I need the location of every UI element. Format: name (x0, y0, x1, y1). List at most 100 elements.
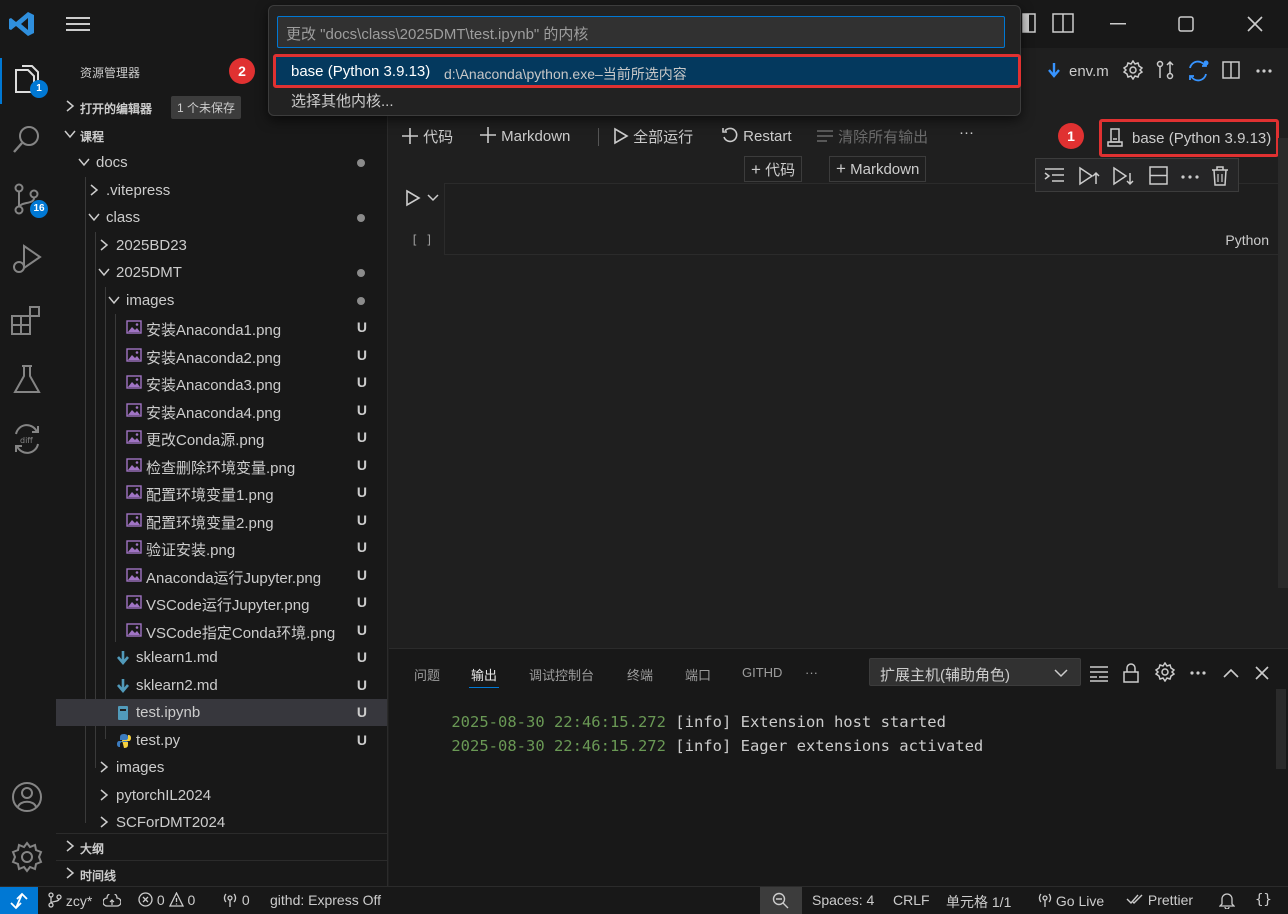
tree-file[interactable]: 检查删除环境变量.png U (56, 452, 387, 479)
kernel-picker-button[interactable]: base (Python 3.9.13) (1099, 119, 1279, 157)
run-cell-icon[interactable] (405, 189, 421, 207)
go-live-item[interactable]: Go Live (1038, 892, 1104, 909)
word-wrap-icon[interactable] (1089, 664, 1109, 682)
extensions-icon[interactable] (10, 304, 44, 338)
code-cell[interactable]: Python (444, 183, 1280, 255)
outline-section[interactable]: 大纲 (56, 833, 388, 859)
panel-more-icon[interactable] (1189, 670, 1207, 676)
insert-code-cell-button[interactable]: + 代码 (744, 156, 803, 182)
workspace-section[interactable]: 课程 (56, 122, 388, 148)
tree-folder[interactable]: .vitepress (56, 177, 387, 204)
tree-file[interactable]: VSCode指定Conda环境.png U (56, 617, 387, 644)
run-below-icon[interactable] (1112, 165, 1134, 187)
ports-item[interactable]: 0 (222, 892, 250, 908)
tab-env-file[interactable]: env.m (1069, 63, 1109, 80)
panel-tab[interactable]: 端口 (685, 665, 711, 684)
more-actions-icon[interactable] (1255, 68, 1273, 74)
eol-item[interactable]: CRLF (893, 892, 930, 908)
run-above-icon[interactable] (1078, 165, 1100, 187)
delete-cell-icon[interactable] (1210, 165, 1230, 187)
notifications-bell-icon[interactable] (1219, 892, 1235, 909)
git-diff-refresh-icon[interactable] (1187, 60, 1209, 82)
tree-file[interactable]: 安装Anaconda2.png U (56, 342, 387, 369)
panel-tab[interactable]: GITHD (742, 665, 782, 680)
menu-icon[interactable] (66, 14, 90, 34)
tree-file[interactable]: 安装Anaconda1.png U (56, 314, 387, 341)
tree-file[interactable]: test.py U (56, 727, 387, 754)
tree-folder[interactable]: 2025BD23 (56, 232, 387, 259)
panel-tab[interactable]: 终端 (627, 665, 653, 684)
output-channel-select[interactable]: 扩展主机(辅助角色) (869, 658, 1081, 686)
panel-scrollbar[interactable] (1276, 689, 1286, 769)
tree-file[interactable]: 配置环境变量2.png U (56, 507, 387, 534)
tree-file[interactable]: 安装Anaconda3.png U (56, 369, 387, 396)
settings-gear-icon[interactable] (10, 840, 44, 874)
minimize-icon[interactable] (1110, 22, 1126, 26)
run-all-button[interactable]: 全部运行 (611, 126, 693, 147)
editor-scrollbar[interactable] (1278, 138, 1288, 588)
panel-tab[interactable]: 输出 (468, 665, 500, 688)
split-editor-icon[interactable] (1221, 60, 1241, 80)
run-options-chevron-icon[interactable] (427, 193, 439, 203)
settings-icon[interactable] (1123, 60, 1143, 80)
problems-item[interactable]: 0 0 (138, 892, 195, 908)
clear-outputs-button[interactable]: 清除所有输出 (816, 126, 928, 147)
tree-folder[interactable]: class (56, 204, 387, 231)
tree-file[interactable]: Anaconda运行Jupyter.png U (56, 562, 387, 589)
tree-file[interactable]: 安装Anaconda4.png U (56, 397, 387, 424)
layout-panel-icon[interactable] (1022, 12, 1036, 34)
sync-cloud-icon[interactable] (103, 894, 121, 908)
maximize-icon[interactable] (1178, 16, 1194, 32)
account-icon[interactable] (10, 780, 44, 814)
insert-markdown-cell-button[interactable]: + Markdown (829, 156, 927, 182)
compare-changes-icon[interactable] (1155, 60, 1175, 80)
source-control-icon[interactable]: 16 (10, 182, 48, 218)
tree-file[interactable]: sklearn1.md U (56, 644, 387, 671)
branch-item[interactable]: zcy* (48, 892, 92, 909)
tree-file[interactable]: test.ipynb U (56, 699, 387, 726)
tree-folder[interactable]: images (56, 754, 387, 781)
prettier-item[interactable]: Prettier (1126, 892, 1193, 908)
layout-sidebar-icon[interactable] (1052, 12, 1074, 34)
panel-tab[interactable]: ··· (805, 665, 818, 680)
git-diff-icon[interactable]: diff (10, 422, 44, 456)
tree-folder[interactable]: pytorchIL2024 (56, 782, 387, 809)
language-braces-item[interactable]: {} (1255, 892, 1272, 908)
maximize-panel-icon[interactable] (1223, 667, 1239, 679)
execute-above-icon[interactable] (1044, 165, 1066, 187)
panel-tab[interactable]: 调试控制台 (529, 665, 594, 684)
select-other-kernel-option[interactable]: 选择其他内核... (291, 90, 394, 111)
tree-file[interactable]: 配置环境变量1.png U (56, 479, 387, 506)
kernel-option-selected[interactable]: base (Python 3.9.13) d:\Anaconda\python.… (273, 54, 1021, 88)
search-icon[interactable] (10, 122, 44, 156)
panel-tab[interactable]: 问题 (414, 665, 440, 684)
close-panel-icon[interactable] (1255, 666, 1269, 680)
tree-folder[interactable]: 2025DMT (56, 259, 387, 286)
remote-indicator[interactable] (0, 887, 38, 914)
testing-flask-icon[interactable] (10, 362, 44, 396)
lock-scroll-icon[interactable] (1122, 663, 1140, 683)
explorer-icon[interactable]: 1 (10, 62, 48, 98)
cell-position-item[interactable]: 单元格 1/1 (946, 892, 1011, 912)
quick-pick-input[interactable]: 更改 "docs\class\2025DMT\test.ipynb" 的内核 (277, 16, 1005, 48)
tree-file[interactable]: 更改Conda源.png U (56, 424, 387, 451)
cell-language[interactable]: Python (1225, 232, 1269, 248)
indentation-item[interactable]: Spaces: 4 (812, 892, 874, 908)
close-icon[interactable] (1246, 15, 1264, 33)
tree-folder[interactable]: SCForDMT2024 (56, 809, 387, 836)
panel-settings-icon[interactable] (1155, 662, 1175, 682)
restart-button[interactable]: Restart (721, 126, 792, 145)
githd-status[interactable]: githd: Express Off (270, 892, 381, 908)
cell-more-icon[interactable] (1180, 174, 1200, 180)
tree-folder[interactable]: docs (56, 149, 387, 176)
add-markdown-cell-button[interactable]: Markdown (479, 126, 570, 145)
zoom-item[interactable] (760, 887, 802, 914)
tree-file[interactable]: sklearn2.md U (56, 672, 387, 699)
add-code-cell-button[interactable]: 代码 (401, 126, 453, 147)
tree-folder[interactable]: images (56, 287, 387, 314)
split-cell-icon[interactable] (1148, 165, 1170, 187)
tree-file[interactable]: VSCode运行Jupyter.png U (56, 589, 387, 616)
tree-file[interactable]: 验证安装.png U (56, 534, 387, 561)
run-debug-icon[interactable] (10, 242, 44, 276)
timeline-section[interactable]: 时间线 (56, 860, 388, 886)
